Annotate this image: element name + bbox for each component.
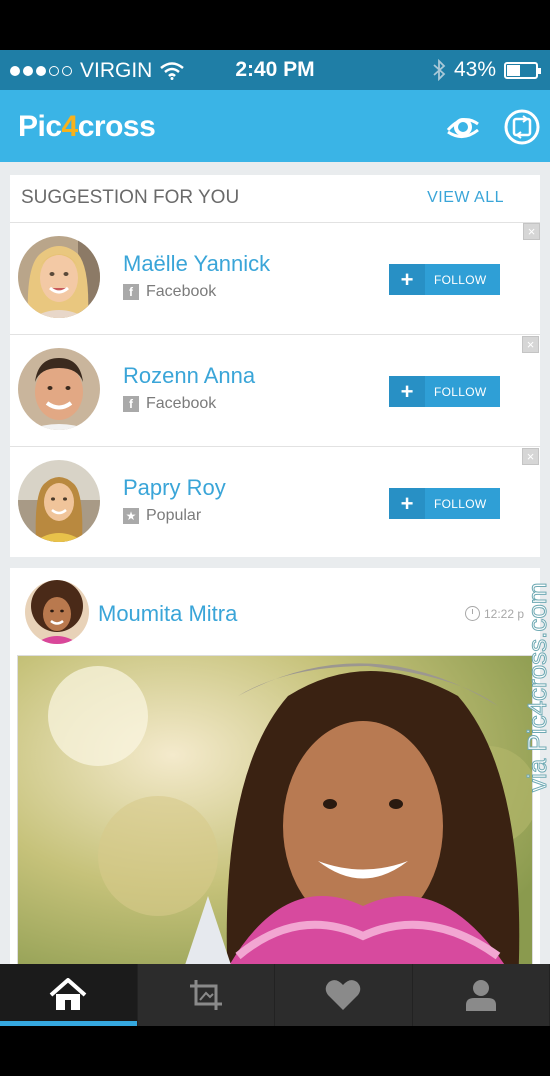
tab-home[interactable] [0,964,138,1026]
app-logo[interactable]: Pic4cross [18,110,156,144]
plus-icon: + [389,376,425,407]
refresh-frame-icon[interactable] [503,108,541,146]
app-bar: Pic4cross [0,90,550,162]
logo-text-four: 4 [61,110,79,143]
view-all-link[interactable]: VIEW ALL [427,189,504,207]
follow-button[interactable]: + FOLLOW [389,488,500,519]
profile-icon [465,980,496,1011]
watermark-text: via Pic4cross.com [522,583,550,793]
suggestion-header: SUGGESTION FOR YOU VIEW ALL [10,175,540,223]
suggestion-row: Papry Roy ★ Popular + FOLLOW × [10,447,540,559]
battery-icon [504,61,541,79]
watermark: via Pic4cross.com [522,582,550,793]
post-photo[interactable] [17,655,533,964]
suggestion-row: Rozenn Anna f Facebook + FOLLOW × [10,335,540,447]
home-icon [49,978,87,1010]
tab-bar [0,964,550,1026]
logo-text-pic: Pic [18,110,62,143]
suggestion-source: f Facebook [123,395,216,413]
follow-button[interactable]: + FOLLOW [389,264,500,295]
suggestion-source-label: Popular [146,507,202,524]
tab-profile[interactable] [413,964,550,1026]
tab-crop[interactable] [138,964,275,1026]
suggestion-row: Maëlle Yannick f Facebook + FOLLOW × [10,223,540,335]
star-icon: ★ [123,508,139,524]
battery-percent: 43% [453,58,496,81]
feed-content[interactable]: SUGGESTION FOR YOU VIEW ALL Maëlle Yanni… [0,162,550,964]
suggestion-card: SUGGESTION FOR YOU VIEW ALL Maëlle Yanni… [10,175,540,557]
status-right: 43% [432,58,541,82]
avatar[interactable] [18,348,100,430]
suggestion-source-label: Facebook [146,395,217,412]
avatar[interactable] [18,236,100,318]
avatar[interactable] [25,580,89,644]
facebook-icon: f [123,396,139,412]
suggestion-name[interactable]: Maëlle Yannick [123,251,270,277]
plus-icon: + [389,488,425,519]
avatar[interactable] [18,460,100,542]
suggestion-title: SUGGESTION FOR YOU [21,187,240,208]
follow-label: FOLLOW [434,496,487,511]
clock-icon [465,606,480,621]
post-timestamp: 12:22 p [465,606,524,621]
follow-label: FOLLOW [434,384,487,399]
plus-icon: + [389,264,425,295]
suggestion-source-label: Facebook [146,283,217,300]
logo-text-cross: cross [77,110,156,143]
post-card: Moumita Mitra 12:22 p [10,568,540,964]
suggestion-source: f Facebook [123,283,216,301]
dismiss-icon[interactable]: × [523,223,540,240]
suggestion-name[interactable]: Papry Roy [123,475,226,501]
post-author-name[interactable]: Moumita Mitra [98,601,237,627]
tab-favorites[interactable] [275,964,413,1026]
heart-icon [325,980,361,1010]
crop-icon [189,980,222,1010]
dismiss-icon[interactable]: × [522,336,539,353]
dismiss-icon[interactable]: × [522,448,539,465]
follow-label: FOLLOW [434,272,487,287]
status-bar: VIRGIN 2:40 PM 43% [0,50,550,90]
camera-lens-icon[interactable] [444,108,482,146]
top-black-bezel [0,0,550,50]
suggestion-name[interactable]: Rozenn Anna [123,363,255,389]
suggestion-source: ★ Popular [123,507,201,525]
bottom-black-bezel [0,1026,550,1076]
bluetooth-icon [433,59,446,81]
facebook-icon: f [123,284,139,300]
follow-button[interactable]: + FOLLOW [389,376,500,407]
